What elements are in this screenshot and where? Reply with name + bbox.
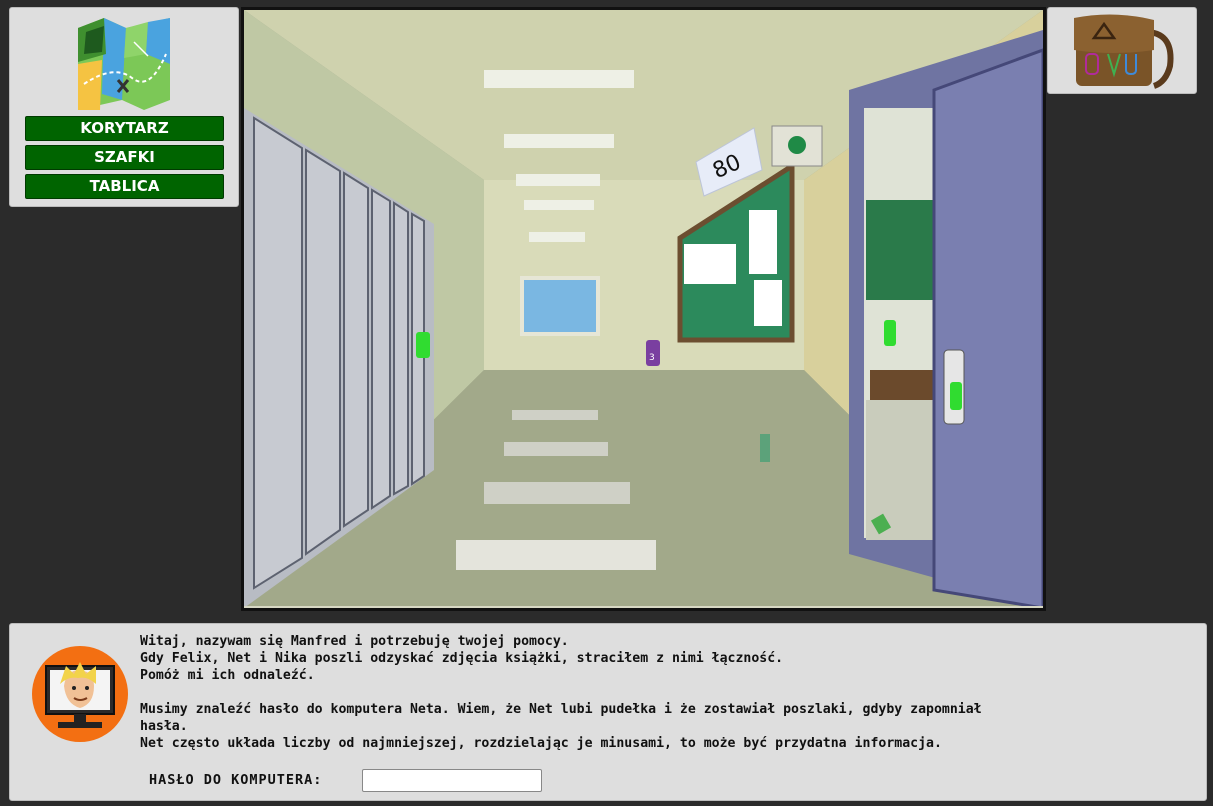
dialog-line-4: Musimy znaleźć hasło do komputera Neta. … bbox=[140, 702, 982, 717]
nav-button-korytarz[interactable]: KORYTARZ bbox=[25, 116, 224, 141]
inventory-panel bbox=[1047, 7, 1197, 94]
map-icon[interactable] bbox=[74, 14, 174, 114]
nav-button-tablica[interactable]: TABLICA bbox=[25, 174, 224, 199]
door-tag-number: 3 bbox=[649, 353, 655, 363]
dialog-line-2: Gdy Felix, Net i Nika poszli odzyskać zd… bbox=[140, 651, 784, 666]
dialog-line-6: Net często układa liczby od najmniejszej… bbox=[140, 736, 942, 751]
hallway-scene: 80 3 bbox=[241, 7, 1046, 611]
nav-button-szafki[interactable]: SZAFKI bbox=[25, 145, 224, 170]
password-label: HASŁO DO KOMPUTERA: bbox=[149, 772, 323, 788]
manfred-monitor-avatar bbox=[32, 646, 128, 742]
dialog-panel: Witaj, nazywam się Manfred i potrzebuję … bbox=[9, 623, 1207, 801]
dialog-line-3: Pomóż mi ich odnaleźć. bbox=[140, 668, 315, 683]
bag-icon[interactable] bbox=[1070, 10, 1178, 92]
dialog-line-5: hasła. bbox=[140, 719, 188, 734]
password-input[interactable] bbox=[362, 769, 542, 792]
navigation-panel: KORYTARZ SZAFKI TABLICA bbox=[9, 7, 239, 207]
dialog-line-1: Witaj, nazywam się Manfred i potrzebuję … bbox=[140, 634, 569, 649]
